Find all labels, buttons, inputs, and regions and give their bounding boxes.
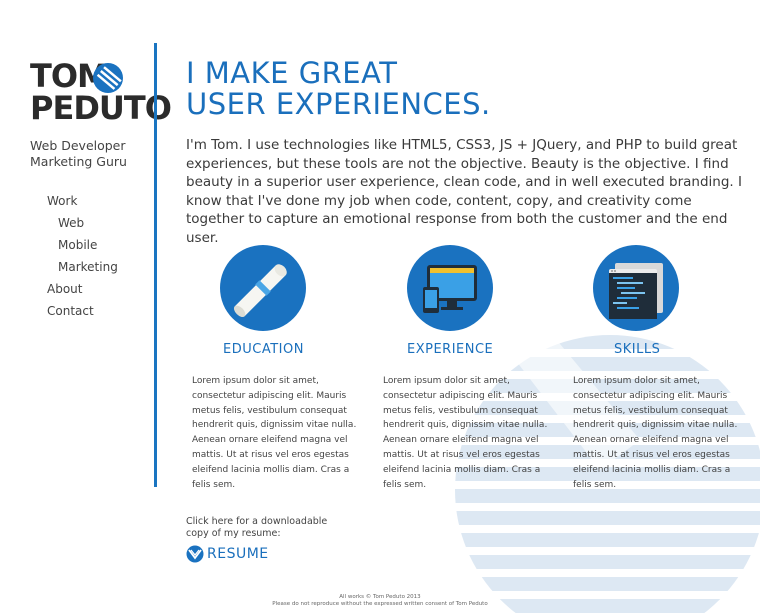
tagline-line-1: Web Developer [30,138,126,153]
card-title-experience: EXPERIENCE [407,342,494,357]
footer-copyright: All works © Tom Peduto 2013 [339,594,421,600]
intro-paragraph: I'm Tom. I use technologies like HTML5, … [186,137,742,246]
card-body-skills: Lorem ipsum dolor sit amet, consectetur … [573,376,738,490]
footer-notice: Please do not reproduce without the expr… [272,601,488,607]
tagline: Web Developer Marketing Guru [30,138,127,170]
code-editor-icon [593,245,679,331]
site-logo[interactable]: TOM PEDUTO [30,60,172,127]
vertical-divider [154,43,157,487]
resume-label: RESUME [207,546,269,562]
card-title-education: EDUCATION [223,342,304,357]
nav-item-about[interactable]: About [47,281,118,303]
card-body-experience: Lorem ipsum dolor sit amet, consectetur … [383,376,548,490]
nav-item-web[interactable]: Web [47,215,118,237]
tagline-line-2: Marketing Guru [30,154,127,169]
nav-item-mobile[interactable]: Mobile [47,237,118,259]
card-title-skills: SKILLS [614,342,661,357]
card-body-education: Lorem ipsum dolor sit amet, consectetur … [192,376,357,490]
nav-item-contact[interactable]: Contact [47,303,118,325]
main-nav: Work Web Mobile Marketing About Contact [47,193,118,325]
nav-item-work[interactable]: Work [47,193,118,215]
resume-download-link[interactable]: RESUME [186,545,269,563]
headline-line-1: I MAKE GREAT [186,56,398,90]
diploma-icon [220,245,306,331]
page-footer: All works © Tom Peduto 2013 Please do no… [0,594,760,608]
resume-note-line-1: Click here for a downloadable [186,516,328,527]
page-headline: I MAKE GREAT USER EXPERIENCES. [186,58,491,120]
resume-logo-icon [186,545,204,563]
logo-mark-icon [93,63,123,93]
headline-line-2: USER EXPERIENCES. [186,87,491,121]
logo-line-2: PEDUTO [30,89,172,127]
devices-icon [407,245,493,331]
nav-item-marketing[interactable]: Marketing [47,259,118,281]
resume-note: Click here for a downloadable copy of my… [186,516,327,540]
resume-note-line-2: copy of my resume: [186,528,281,539]
